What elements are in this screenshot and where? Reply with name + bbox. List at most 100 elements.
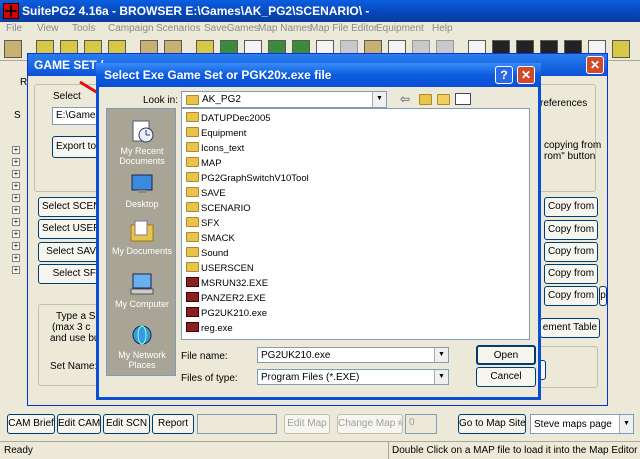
copy-from-button-5[interactable]: Copy from [544,286,598,306]
chevron-down-icon[interactable]: ▼ [619,415,633,433]
menu-map-names[interactable]: Map Names [258,23,312,34]
menu-help[interactable]: Help [432,23,453,34]
references-text: references [540,98,588,109]
folder-item[interactable]: MAP [186,157,222,170]
change-map-button[interactable]: Change Map # [337,414,403,434]
tree-expander[interactable]: + [12,230,20,238]
open-button[interactable]: Open [476,345,536,365]
edit-cam-button[interactable]: Edit CAM [57,414,101,434]
folder-item[interactable]: Equipment [186,127,246,140]
menu-campaign[interactable]: Campaign [108,23,154,34]
folder-icon [186,187,199,197]
dialog-help-button[interactable]: ? [495,66,513,84]
tree-expander[interactable]: + [12,254,20,262]
network-places-icon [129,323,155,347]
type-text-2: (max 3 c [52,322,91,333]
file-name-label: File name: [181,351,228,362]
tree-expander[interactable]: + [12,242,20,250]
file-list[interactable]: DATUPDec2005 Equipment Icons_text MAP PG2Gra… [181,108,530,340]
go-to-map-site-button[interactable]: Go to Map Site [458,414,526,434]
folder-item[interactable]: Icons_text [186,142,244,155]
tree-expander[interactable]: + [12,206,20,214]
select-save-button[interactable]: Select SAV [38,242,100,262]
folder-item[interactable]: DATUPDec2005 [186,112,271,125]
copy-from-button-4[interactable]: Copy from [544,264,598,284]
menu-equipment[interactable]: Equipment [376,23,424,34]
new-folder-icon[interactable] [437,94,450,105]
menu-map-file-editor[interactable]: Map File Editor [310,23,377,34]
my-computer-icon [129,272,155,296]
folder-item[interactable]: SMACK [186,232,235,245]
main-window: SuitePG2 4.16a - BROWSER E:\Games\AK_PG2… [0,0,640,459]
select-file-dialog: Select Exe Game Set or PGK20x.exe file ?… [96,63,541,400]
game-set-close-button[interactable]: ✕ [586,56,604,74]
folder-item[interactable]: Sound [186,247,228,260]
place-recent-documents[interactable]: My Recent Documents [107,119,177,166]
maps-page-select[interactable]: Steve maps page ▼ [530,414,634,434]
folder-item[interactable]: SFX [186,217,219,230]
dialog-close-button[interactable]: ✕ [517,66,535,84]
file-name-field[interactable]: PG2UK210.exe ▼ [257,347,449,363]
toolbar-button-1[interactable] [4,40,22,58]
menu-savegames[interactable]: SaveGames [204,23,259,34]
tree-expander[interactable]: + [12,170,20,178]
folder-item[interactable]: PG2GraphSwitchV10Tool [186,172,309,185]
tree-expander[interactable]: + [12,146,20,154]
files-of-type-select[interactable]: Program Files (*.EXE) ▼ [257,369,449,385]
menu-tools[interactable]: Tools [72,23,95,34]
file-item-name: MSRUN32.EXE [201,278,269,289]
map-number-field[interactable]: 0 [405,414,437,434]
place-my-computer[interactable]: My Computer [107,272,177,309]
tree-expander[interactable]: + [12,194,20,202]
export-to-button[interactable]: Export to [52,136,100,158]
file-item-name: PANZER2.EXE [201,293,266,304]
place-my-documents[interactable]: My Documents [107,219,177,256]
exe-file-item[interactable]: PANZER2.EXE [186,292,266,305]
select-sfx-button[interactable]: Select SF [38,264,100,284]
exe-file-item[interactable]: MSRUN32.EXE [186,277,268,290]
select-scenario-button[interactable]: Select SCENA [38,197,100,217]
copy-from-button-3[interactable]: Copy from [544,242,598,262]
tree-expander[interactable]: + [12,218,20,226]
menu-file[interactable]: File [6,23,22,34]
folder-icon [186,232,199,242]
chevron-down-icon[interactable]: ▼ [434,348,448,362]
exe-file-item[interactable]: PG2UK210.exe [186,307,267,320]
file-item-name: Icons_text [201,143,245,154]
back-arrow-icon[interactable]: ⇦ [400,92,410,106]
look-in-combo[interactable]: AK_PG2 ▼ [181,91,387,108]
copy-from-button-2[interactable]: Copy from [544,220,598,240]
tree-expander[interactable]: + [12,182,20,190]
status-left: Ready [4,445,33,456]
look-in-label: Look in: [143,95,179,106]
exe-file-item[interactable]: reg.exe [186,322,233,335]
tree-expander[interactable]: + [12,158,20,166]
copy-from-button-1[interactable]: Copy from [544,197,598,217]
folder-icon [186,142,199,152]
report-button[interactable]: Report [152,414,194,434]
element-table-button[interactable]: ement Table [540,318,600,338]
up-folder-icon[interactable] [419,94,432,105]
edit-scn-button[interactable]: Edit SCN [103,414,150,434]
folder-item[interactable]: SAVE [186,187,226,200]
chevron-down-icon[interactable]: ▼ [434,370,448,384]
copy-side-button[interactable]: p [599,286,607,306]
select-userscen-button[interactable]: Select USERS [38,219,100,239]
cancel-button[interactable]: Cancel [476,367,536,387]
files-of-type-value: Program Files (*.EXE) [261,372,360,383]
edit-map-button[interactable]: Edit Map [284,414,330,434]
exe-icon [186,322,199,332]
place-desktop[interactable]: Desktop [107,172,177,209]
set-name-label: Set Name: [50,361,98,372]
tree-expander[interactable]: + [12,266,20,274]
folder-item[interactable]: SCENARIO [186,202,251,215]
menu-scenarios[interactable]: Scenarios [156,23,200,34]
menu-view[interactable]: View [37,23,59,34]
view-menu-icon[interactable] [455,93,471,105]
toolbar-button-25[interactable] [612,40,630,58]
chevron-down-icon[interactable]: ▼ [372,92,386,107]
place-network-places[interactable]: My Network Places [107,323,177,370]
cam-brief-button[interactable]: CAM Brief [7,414,55,434]
copy-from-hint-text: rom" button [544,151,596,162]
folder-item[interactable]: USERSCEN [186,262,254,275]
